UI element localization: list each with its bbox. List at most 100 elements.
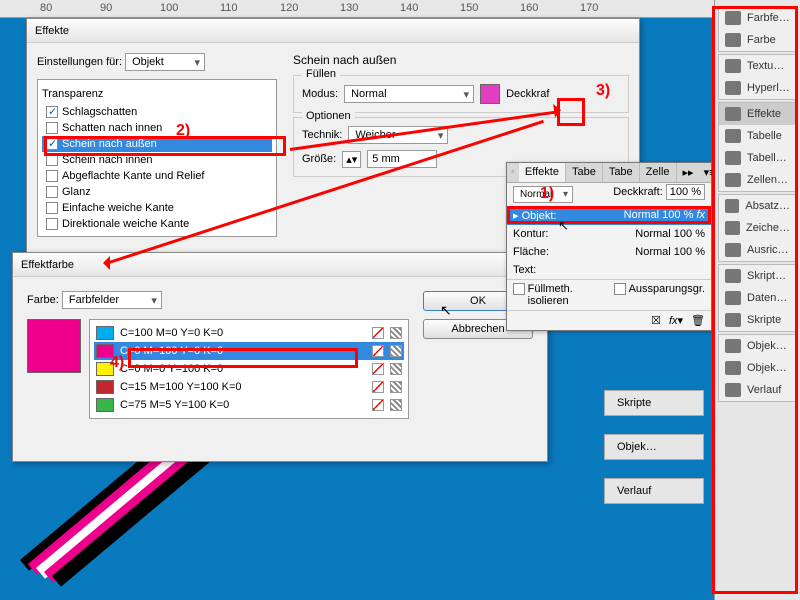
diag-icon [372, 399, 384, 411]
side-panel-item[interactable]: Objek… [719, 357, 796, 379]
panel-icon [725, 339, 741, 353]
side-panel-item[interactable]: Skripte [719, 309, 796, 331]
panel-tabs: ◦ Effekte Tabe Tabe Zelle ▸▸ ▾≡ [507, 163, 711, 183]
ruler: 80 90 100 110 120 130 140 150 160 170 [0, 0, 800, 18]
settings-for-dropdown[interactable]: Objekt [125, 53, 205, 71]
panel-icon [725, 313, 741, 327]
reg-icon [390, 345, 402, 357]
side-panels: Farbfe…Farbe Textu…Hyperl… EffekteTabelleT… [714, 0, 800, 600]
settings-for-label: Einstellungen für: [37, 56, 122, 68]
panel-icon [725, 81, 741, 95]
panel-icon [725, 383, 741, 397]
side-panel-item[interactable]: Hyperl… [719, 77, 796, 99]
tab-effekte[interactable]: Effekte [519, 163, 566, 182]
effect-color-well[interactable] [480, 84, 500, 104]
panel-icon [725, 221, 740, 235]
color-mode-dropdown[interactable]: Farbfelder [62, 291, 162, 309]
panel-icon [725, 33, 741, 47]
side-panel-item[interactable]: Ausric… [719, 239, 796, 261]
reg-icon [390, 327, 402, 339]
color-dialog: Effektfarbe Farbe: Farbfelder C=100 M=0 … [12, 252, 548, 462]
side-panel-item[interactable]: Tabelle [719, 125, 796, 147]
side-panel-item[interactable]: Daten… [719, 287, 796, 309]
panel-cursor-icon: ↖ [558, 218, 569, 234]
panel-target-row[interactable]: Fläche:Normal 100 % [507, 243, 711, 261]
effect-checkbox[interactable] [46, 122, 58, 134]
opacity-field[interactable]: 100 % [666, 184, 705, 200]
transparency-header: Transparenz [42, 88, 272, 100]
panel-icon [725, 151, 741, 165]
side-panel-item[interactable]: Tabell… [719, 147, 796, 169]
size-stepper[interactable]: ▴▾ [342, 151, 361, 168]
swatch-icon [96, 380, 114, 394]
side-panel-item[interactable]: Effekte [719, 103, 796, 125]
swatch-icon [96, 398, 114, 412]
effect-item[interactable]: Schatten nach innen [42, 120, 272, 136]
swatch-icon [96, 344, 114, 358]
swatch-icon [96, 362, 114, 376]
tab-tabelle[interactable]: Tabe [566, 163, 603, 182]
panel-icon [725, 291, 741, 305]
side-panel-item[interactable]: Textu… [719, 55, 796, 77]
effect-checkbox[interactable] [46, 202, 58, 214]
swatch-row[interactable]: C=75 M=5 Y=100 K=0 [94, 396, 404, 414]
transparency-list: Transparenz SchlagschattenSchatten nach … [37, 79, 277, 237]
diag-icon [372, 381, 384, 393]
swatch-row[interactable]: C=15 M=100 Y=100 K=0 [94, 378, 404, 396]
panel-icon [725, 107, 741, 121]
effect-checkbox[interactable] [46, 154, 58, 166]
fx-icon[interactable]: fx▾ [669, 314, 683, 327]
clear-fx-icon[interactable]: ☒ [651, 314, 661, 327]
trash-icon[interactable]: 🗑 [691, 314, 705, 327]
panel-icon [725, 199, 739, 213]
swatch-row[interactable]: C=100 M=0 Y=0 K=0 [94, 324, 404, 342]
effect-item[interactable]: Glanz [42, 184, 272, 200]
swatch-row[interactable]: C=0 M=100 Y=0 K=0 [94, 342, 404, 360]
side-panel-item[interactable]: Verlauf [719, 379, 796, 401]
effect-item[interactable]: Schein nach außen [42, 136, 272, 152]
panel-objekt[interactable]: Objek… [604, 434, 704, 460]
effect-item[interactable]: Abgeflachte Kante und Relief [42, 168, 272, 184]
panel-target-row[interactable]: Kontur:Normal 100 % [507, 225, 711, 243]
mode-dropdown[interactable]: Normal [344, 85, 474, 103]
aussp-checkbox[interactable] [614, 283, 626, 295]
effect-checkbox[interactable] [46, 186, 58, 198]
panel-icon [725, 129, 741, 143]
panel-icon [725, 269, 741, 283]
effect-checkbox[interactable] [46, 106, 58, 118]
panel-icon [725, 243, 741, 257]
panel-target-row[interactable]: ▸ Objekt:Normal 100 % fx [507, 206, 711, 225]
effect-item[interactable]: Schein nach innen [42, 152, 272, 168]
effect-checkbox[interactable] [46, 170, 58, 182]
diag-icon [372, 363, 384, 375]
side-panel-item[interactable]: Farbfe… [719, 7, 796, 29]
swatch-list[interactable]: C=100 M=0 Y=0 K=0C=0 M=100 Y=0 K=0C=0 M=… [89, 319, 409, 419]
fillmeth-checkbox[interactable] [513, 283, 525, 295]
effect-checkbox[interactable] [46, 138, 58, 150]
tab-zelle[interactable]: Zelle [640, 163, 677, 182]
panel-more-icon[interactable]: ▸▸ [677, 163, 700, 182]
effect-checkbox[interactable] [46, 218, 58, 230]
effects-panel: ◦ Effekte Tabe Tabe Zelle ▸▸ ▾≡ Normal D… [506, 162, 712, 331]
side-panel-item[interactable]: Zellen… [719, 169, 796, 191]
side-panel-item[interactable]: Farbe [719, 29, 796, 51]
panel-target-row[interactable]: Text: [507, 261, 711, 279]
side-panel-item[interactable]: Zeiche… [719, 217, 796, 239]
panel-skripte[interactable]: Skripte [604, 390, 704, 416]
panel-icon [725, 59, 741, 73]
panel-verlauf[interactable]: Verlauf [604, 478, 704, 504]
reg-icon [390, 399, 402, 411]
side-panel-item[interactable]: Absatz… [719, 195, 796, 217]
side-panel-item[interactable]: Skript… [719, 265, 796, 287]
effect-item[interactable]: Schlagschatten [42, 104, 272, 120]
side-panel-item[interactable]: Objek… [719, 335, 796, 357]
panel-icon [725, 361, 741, 375]
tab-tabelle2[interactable]: Tabe [603, 163, 640, 182]
color-preview [27, 319, 81, 373]
fill-group: Füllen Modus: Normal Deckkraf [293, 75, 629, 113]
effect-title: Schein nach außen [293, 53, 629, 67]
blend-dropdown[interactable]: Normal [513, 186, 573, 203]
diag-icon [372, 345, 384, 357]
swatch-row[interactable]: C=0 M=0 Y=100 K=0 [94, 360, 404, 378]
effect-item[interactable]: Einfache weiche Kante [42, 200, 272, 216]
